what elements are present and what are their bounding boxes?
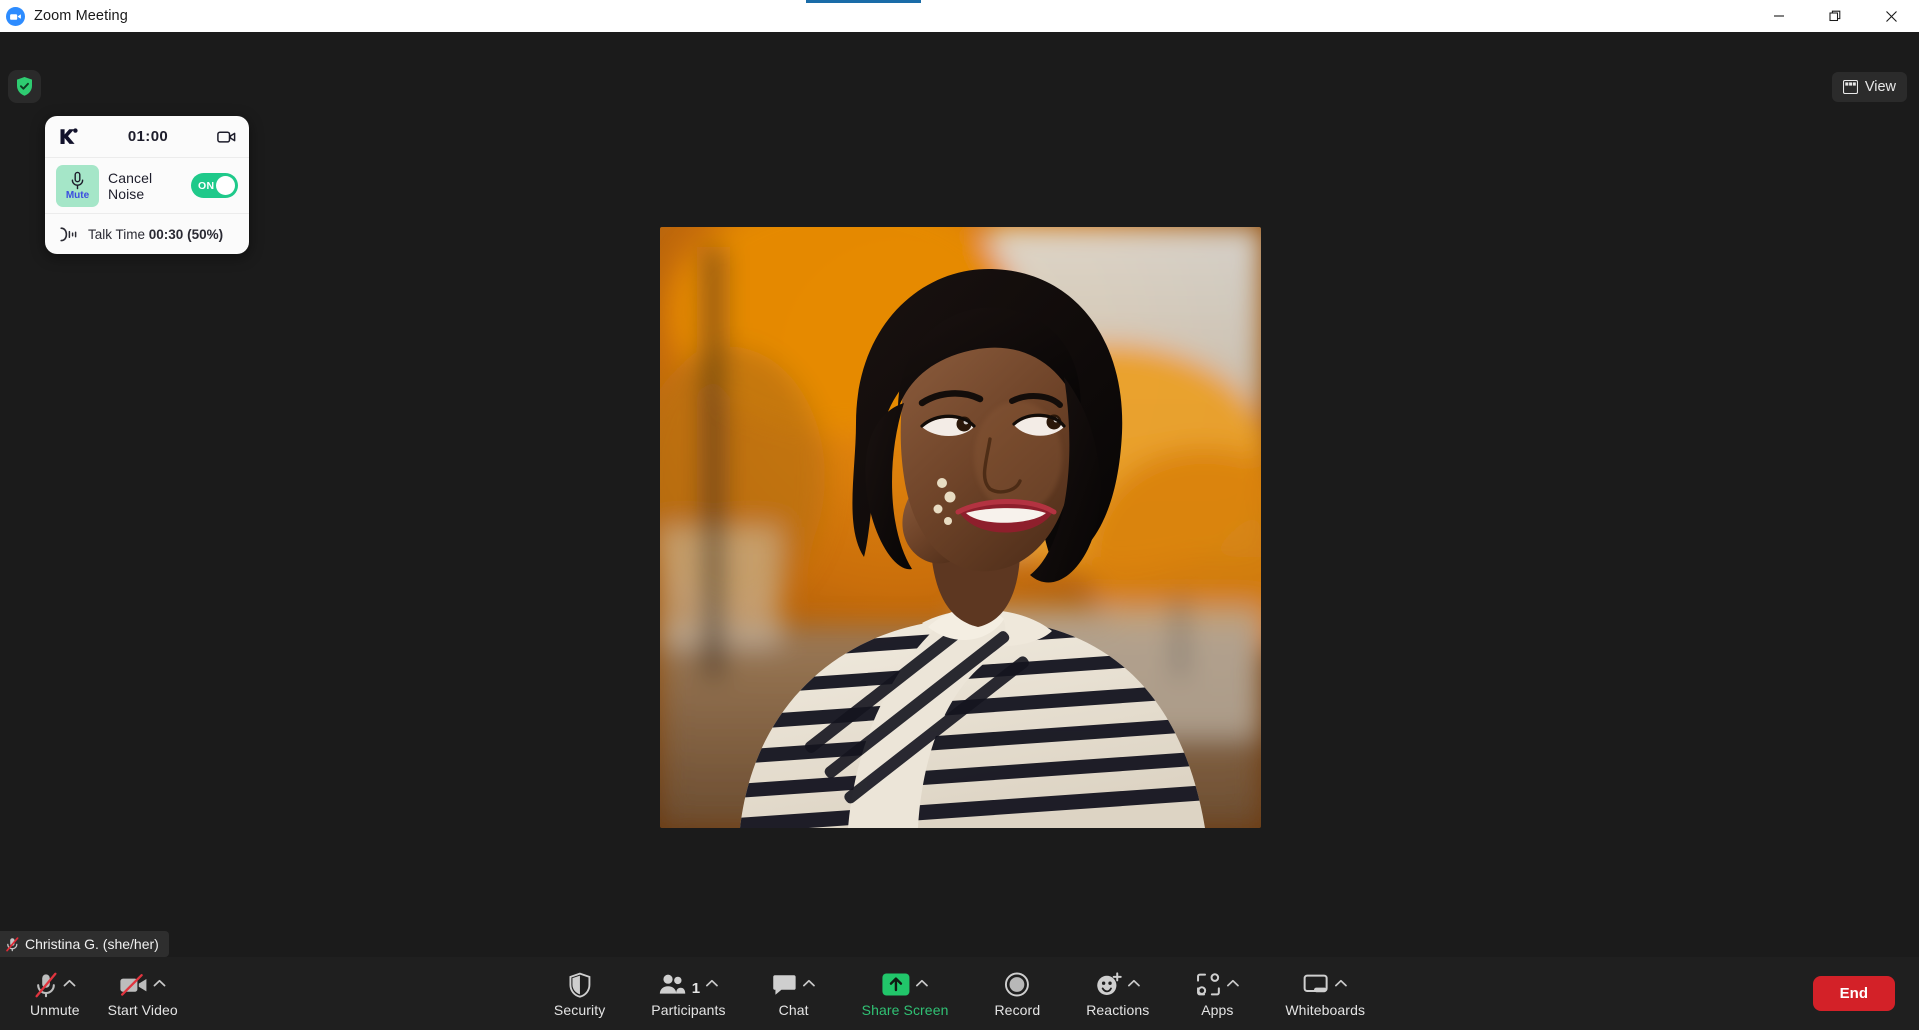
toolbar-item-security[interactable]: Security	[548, 967, 611, 1021]
reactions-chevron-up-icon[interactable]	[1127, 971, 1140, 999]
video-camera-icon[interactable]	[217, 130, 236, 144]
record-label: Record	[994, 1001, 1041, 1018]
security-label: Security	[553, 1001, 606, 1018]
toolbar-item-reactions[interactable]: Reactions	[1080, 967, 1155, 1021]
talk-time-value: 00:30	[148, 226, 184, 242]
toolbar-item-apps[interactable]: Apps	[1189, 967, 1245, 1021]
meeting-toolbar: Unmute Start Video Security 1 Participan…	[0, 957, 1919, 1030]
krisp-cancel-noise-label: Cancel Noise	[108, 169, 153, 202]
end-meeting-button[interactable]: End	[1812, 976, 1895, 1011]
share-screen-chevron-up-icon[interactable]	[916, 971, 929, 999]
start-video-button[interactable]: Start Video	[102, 967, 184, 1021]
close-icon[interactable]	[1863, 0, 1919, 32]
apps-icon	[1195, 971, 1221, 999]
grid-view-icon	[1842, 80, 1858, 94]
talk-time-label: Talk Time	[88, 226, 146, 242]
participants-count-badge: 1	[691, 979, 701, 997]
chat-chevron-up-icon[interactable]	[803, 971, 816, 999]
zoom-logo-icon	[6, 6, 25, 26]
krisp-mute-label: Mute	[65, 189, 90, 201]
toolbar-right-group: End	[1812, 976, 1895, 1011]
unmute-button[interactable]: Unmute	[24, 967, 86, 1021]
krisp-cancel-noise-toggle[interactable]: ON	[191, 173, 238, 198]
smiley-plus-icon	[1095, 971, 1122, 999]
krisp-talk-time-text: Talk Time 00:30 (50%)	[88, 227, 223, 242]
krisp-mute-button[interactable]: Mute	[56, 164, 99, 207]
shield-icon	[568, 971, 591, 999]
view-button[interactable]: View	[1831, 72, 1907, 102]
chat-bubble-icon	[772, 971, 798, 999]
mic-muted-icon	[34, 971, 58, 999]
record-circle-icon	[1005, 971, 1030, 999]
view-button-label: View	[1864, 79, 1896, 95]
toolbar-item-share-screen[interactable]: Share Screen	[856, 967, 955, 1021]
toolbar-item-chat[interactable]: Chat	[766, 967, 822, 1021]
krisp-timer: 01:00	[127, 128, 169, 145]
video-options-chevron-up-icon[interactable]	[153, 971, 166, 999]
talk-time-percent: (50%)	[187, 226, 224, 242]
self-view-name: Christina G. (she/her)	[25, 936, 159, 952]
window-controls	[1751, 0, 1919, 32]
encryption-shield-icon[interactable]	[8, 70, 41, 103]
maximize-restore-icon[interactable]	[1807, 0, 1863, 32]
start-video-label: Start Video	[107, 1001, 178, 1018]
whiteboards-chevron-up-icon[interactable]	[1335, 971, 1348, 999]
share-screen-label: Share Screen	[861, 1001, 949, 1018]
titlebar-accent-line	[806, 0, 921, 3]
krisp-widget-panel[interactable]: 01:00 Mute Cancel Noise ON Talk Time 00:…	[45, 116, 249, 254]
toolbar-item-participants[interactable]: 1 Participants	[645, 967, 731, 1021]
toolbar-item-whiteboards[interactable]: Whiteboards	[1279, 967, 1371, 1021]
participant-video-tile[interactable]	[660, 227, 1261, 828]
krisp-toggle-knob	[216, 176, 235, 195]
toolbar-center-group: Security 1 Participants Chat Share Scree…	[548, 967, 1371, 1021]
krisp-logo-icon	[58, 126, 79, 147]
chat-label: Chat	[778, 1001, 809, 1018]
talk-time-icon	[58, 226, 78, 243]
krisp-talk-time-row: Talk Time 00:30 (50%)	[45, 214, 249, 254]
whiteboards-label: Whiteboards	[1285, 1001, 1366, 1018]
people-icon	[659, 971, 687, 999]
microphone-icon	[70, 171, 85, 191]
apps-label: Apps	[1201, 1001, 1234, 1018]
reactions-label: Reactions	[1086, 1001, 1150, 1018]
app-title: Zoom Meeting	[34, 8, 128, 24]
participant-video-image	[660, 227, 1261, 828]
mic-muted-red-icon	[6, 936, 19, 952]
self-view-name-badge: Christina G. (she/her)	[0, 931, 169, 957]
participants-label: Participants	[651, 1001, 726, 1018]
whiteboard-icon	[1303, 971, 1330, 999]
audio-options-chevron-up-icon[interactable]	[63, 971, 76, 999]
apps-chevron-up-icon[interactable]	[1226, 971, 1239, 999]
minimize-icon[interactable]	[1751, 0, 1807, 32]
toolbar-left-group: Unmute Start Video	[24, 967, 184, 1021]
toolbar-item-record[interactable]: Record	[988, 967, 1046, 1021]
krisp-widget-header: 01:00	[45, 116, 249, 158]
window-title-bar: Zoom Meeting	[0, 0, 1919, 32]
unmute-label: Unmute	[30, 1001, 80, 1018]
video-off-icon	[119, 971, 148, 999]
meeting-stage: View 01:00 Mute Cancel Noise ON Talk Tim…	[0, 32, 1919, 1030]
krisp-toggle-state-text: ON	[198, 179, 215, 192]
share-screen-up-arrow-icon	[882, 971, 911, 999]
participants-chevron-up-icon[interactable]	[705, 971, 718, 999]
krisp-cancel-noise-row: Mute Cancel Noise ON	[45, 158, 249, 214]
